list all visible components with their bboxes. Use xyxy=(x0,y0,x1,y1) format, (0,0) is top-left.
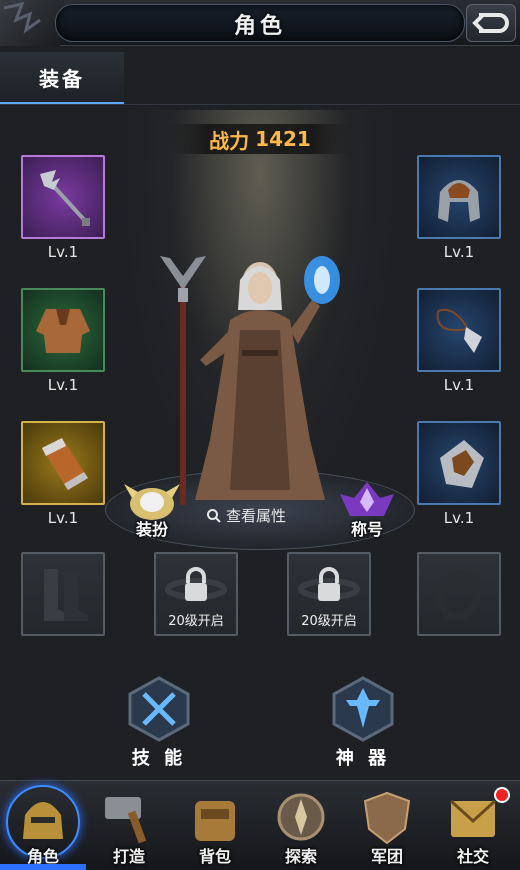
necklace-icon xyxy=(436,308,482,353)
skill-button[interactable]: 技 能 xyxy=(124,676,194,770)
combat-power-label: 战力 xyxy=(209,128,250,153)
nav-social-label: 社交 xyxy=(456,847,489,866)
combat-power-value: 1421 xyxy=(255,127,311,151)
helmet-icon xyxy=(438,180,480,222)
nav-explore[interactable]: 探索 xyxy=(258,781,344,870)
equip-slot-boots[interactable] xyxy=(21,552,105,636)
equip-slot-helmet[interactable] xyxy=(417,155,501,239)
artifact-icon xyxy=(332,676,394,742)
staff-icon xyxy=(40,170,90,226)
equip-slot-weapon-level: Lv.1 xyxy=(47,243,79,261)
dress-label: 装扮 xyxy=(135,520,168,539)
nav-backpack-label: 背包 xyxy=(198,847,231,866)
character-model[interactable] xyxy=(130,240,390,510)
nav-active-indicator xyxy=(0,864,86,870)
robe-icon xyxy=(36,309,90,353)
equip-slot-gauntlet-level: Lv.1 xyxy=(443,509,475,527)
crossed-swords-icon xyxy=(128,676,190,742)
equip-slot-armor-level: Lv.1 xyxy=(47,376,79,394)
view-attributes-label: 查看属性 xyxy=(226,507,287,525)
knight-helmet-icon xyxy=(23,802,63,839)
gauntlet-icon xyxy=(440,440,484,488)
page-title: 角色 xyxy=(233,14,286,39)
title-label: 称号 xyxy=(350,520,383,539)
nav-backpack[interactable]: 背包 xyxy=(172,781,258,870)
locked-2-text: 20级开启 xyxy=(301,614,357,629)
nav-social[interactable]: 社交 xyxy=(430,781,516,870)
back-button[interactable] xyxy=(466,4,516,42)
equip-slot-bracer[interactable] xyxy=(21,421,105,505)
skill-label: 技 能 xyxy=(131,748,187,769)
hammer-icon xyxy=(105,797,147,844)
equip-slot-weapon[interactable] xyxy=(21,155,105,239)
nav-forge[interactable]: 打造 xyxy=(86,781,172,870)
notification-badge xyxy=(494,787,510,803)
compass-icon xyxy=(277,793,325,841)
tab-equipment-label: 装备 xyxy=(39,66,85,91)
artifact-label: 神 器 xyxy=(335,748,391,769)
back-arrow-icon xyxy=(472,13,509,33)
ring-icon xyxy=(435,569,483,621)
equip-slot-bracer-level: Lv.1 xyxy=(47,509,79,527)
nav-forge-label: 打造 xyxy=(112,847,145,866)
bottom-navigation: 角色 打造 背包 探索 军团 社交 xyxy=(0,780,520,870)
equip-slot-helmet-level: Lv.1 xyxy=(443,243,475,261)
nav-legion[interactable]: 军团 xyxy=(344,781,430,870)
tab-equipment[interactable]: 装备 xyxy=(0,52,124,104)
tab-divider xyxy=(0,104,520,105)
magnifier-icon xyxy=(207,508,221,523)
view-attributes-button[interactable]: 查看属性 xyxy=(206,505,286,526)
artifact-button[interactable]: 神 器 xyxy=(328,676,398,770)
nav-legion-label: 军团 xyxy=(370,847,403,866)
equip-slot-necklace-level: Lv.1 xyxy=(443,376,475,394)
boots-icon xyxy=(44,569,88,621)
bracer-icon xyxy=(42,438,88,490)
dress-button[interactable]: 装扮 xyxy=(120,478,184,540)
backpack-icon xyxy=(195,801,235,841)
equip-slot-necklace[interactable] xyxy=(417,288,501,372)
equip-slot-gauntlet[interactable] xyxy=(417,421,501,505)
locked-1-text: 20级开启 xyxy=(168,614,224,629)
nav-character[interactable]: 角色 xyxy=(0,781,86,870)
legion-shield-icon xyxy=(363,791,411,845)
equip-slot-ring[interactable] xyxy=(417,552,501,636)
top-bar: 角色 xyxy=(0,0,520,46)
title-button[interactable]: 称号 xyxy=(334,478,400,540)
equip-slot-armor[interactable] xyxy=(21,288,105,372)
nav-explore-label: 探索 xyxy=(284,847,317,866)
combat-power: 战力 1421 xyxy=(170,124,350,154)
